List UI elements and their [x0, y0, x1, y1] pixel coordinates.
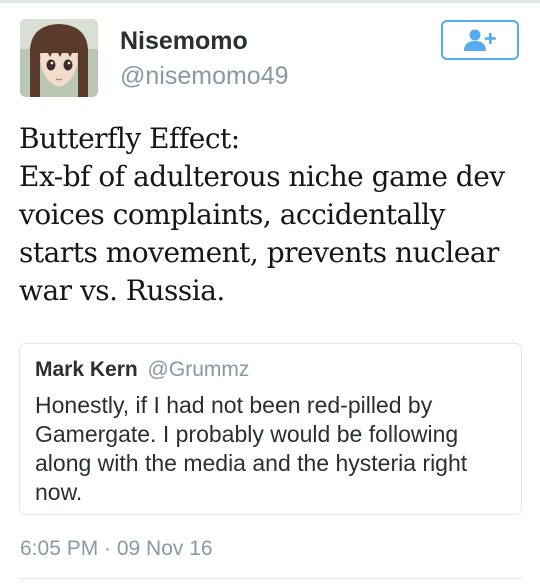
- tweet-text-line: Ex-bf of adulterous niche game dev: [19, 160, 505, 193]
- bottom-divider: [19, 578, 522, 579]
- top-divider: [0, 0, 540, 3]
- tweet-text-line: war vs. Russia.: [19, 274, 225, 307]
- quoted-text-line: along with the media and the hysteria ri…: [35, 450, 468, 476]
- quoted-text-line: Gamergate. I probably would be following: [35, 421, 459, 447]
- tweet-text-line: voices complaints, accidentally: [19, 198, 445, 231]
- tweet-text: Butterfly Effect: Ex-bf of adulterous ni…: [19, 120, 524, 310]
- avatar[interactable]: [20, 19, 98, 97]
- follow-button[interactable]: [441, 20, 519, 60]
- tweet-timestamp[interactable]: 6:05 PM · 09 Nov 16: [20, 537, 213, 561]
- avatar-image: [20, 19, 98, 97]
- tweet-text-line: starts movement, prevents nuclear: [19, 236, 499, 269]
- quoted-tweet-card[interactable]: Mark Kern @Grummz Honestly, if I had not…: [19, 343, 522, 515]
- user-handle[interactable]: @nisemomo49: [120, 62, 289, 91]
- add-user-icon: [464, 29, 496, 51]
- quoted-text-line: Honestly, if I had not been red-pilled b…: [35, 392, 433, 418]
- quoted-author-name: Mark Kern: [35, 358, 138, 381]
- quoted-tweet-text: Honestly, if I had not been red-pilled b…: [35, 391, 505, 507]
- display-name[interactable]: Nisemomo: [120, 27, 248, 56]
- tweet-text-line: Butterfly Effect:: [19, 122, 240, 155]
- quoted-tweet-author: Mark Kern @Grummz: [35, 358, 249, 382]
- quoted-text-line: now.: [35, 479, 83, 505]
- quoted-author-handle: @Grummz: [147, 358, 250, 381]
